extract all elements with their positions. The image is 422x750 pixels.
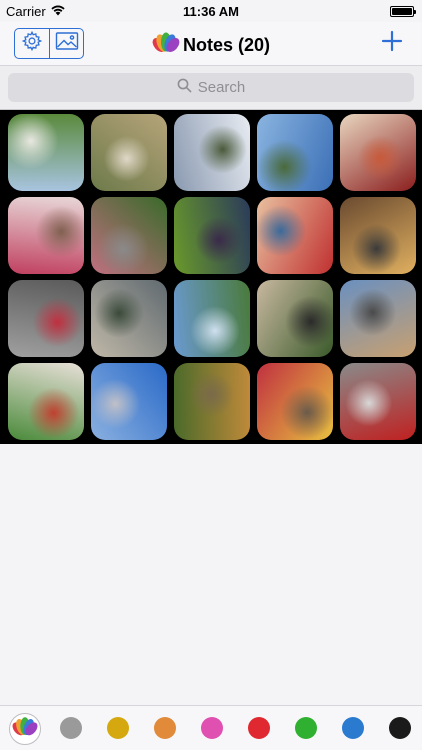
- note-thumbnail[interactable]: [91, 280, 167, 357]
- battery-fill: [392, 8, 412, 15]
- note-thumbnail[interactable]: [8, 197, 84, 274]
- battery-icon: [390, 6, 416, 17]
- note-thumbnail[interactable]: [257, 197, 333, 274]
- color-filter-green[interactable]: [295, 717, 317, 739]
- add-note-button[interactable]: [378, 29, 406, 57]
- note-thumbnail[interactable]: [340, 114, 416, 191]
- note-thumbnail[interactable]: [8, 114, 84, 191]
- note-thumbnail[interactable]: [174, 114, 250, 191]
- note-thumbnail[interactable]: [340, 197, 416, 274]
- color-filter-bar: [0, 705, 422, 750]
- note-thumbnail[interactable]: [174, 280, 250, 357]
- color-filter-orange[interactable]: [154, 717, 176, 739]
- note-thumbnail[interactable]: [8, 280, 84, 357]
- plus-icon: [381, 30, 403, 57]
- search-placeholder: Search: [197, 79, 246, 96]
- search-icon: [177, 78, 192, 97]
- note-thumbnail[interactable]: [91, 197, 167, 274]
- app-logo-icon: [152, 32, 180, 59]
- note-thumbnail[interactable]: [174, 363, 250, 440]
- search-bar: Search: [0, 66, 422, 110]
- color-filter-red[interactable]: [248, 717, 270, 739]
- note-thumbnail[interactable]: [174, 197, 250, 274]
- color-filter-black[interactable]: [389, 717, 411, 739]
- color-filter-blue[interactable]: [342, 717, 364, 739]
- note-thumbnail[interactable]: [340, 363, 416, 440]
- status-time: 11:36 AM: [183, 4, 239, 19]
- all-notes-icon: [12, 716, 38, 743]
- note-thumbnail[interactable]: [340, 280, 416, 357]
- note-thumbnail[interactable]: [91, 114, 167, 191]
- color-filter-gray[interactable]: [60, 717, 82, 739]
- note-thumbnail[interactable]: [257, 114, 333, 191]
- note-thumbnail[interactable]: [8, 363, 84, 440]
- all-notes-button[interactable]: [9, 713, 41, 745]
- search-input[interactable]: Search: [8, 73, 414, 102]
- color-filter-pink[interactable]: [201, 717, 223, 739]
- notes-grid: [0, 110, 422, 444]
- nav-title-group: Notes (20): [0, 32, 422, 59]
- photo-grid: [8, 114, 418, 440]
- note-thumbnail[interactable]: [91, 363, 167, 440]
- page-title: Notes (20): [182, 35, 271, 55]
- color-filter-yellow[interactable]: [107, 717, 129, 739]
- note-thumbnail[interactable]: [257, 363, 333, 440]
- nav-bar: Notes (20): [0, 22, 422, 66]
- note-thumbnail[interactable]: [257, 280, 333, 357]
- status-bar: Carrier 11:36 AM: [0, 0, 422, 22]
